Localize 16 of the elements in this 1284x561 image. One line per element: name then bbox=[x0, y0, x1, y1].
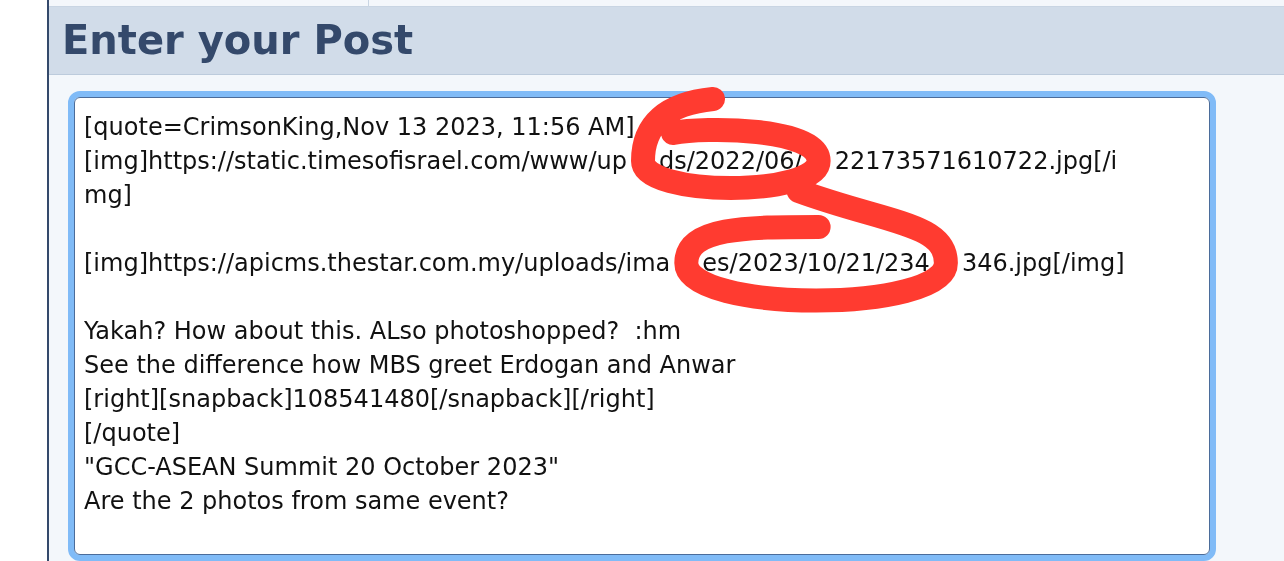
post-text-line: Yakah? How about this. ALso photoshopped? :hm bbox=[84, 316, 682, 347]
post-text-line: Are the 2 photos from same event? bbox=[84, 486, 509, 517]
section-heading: Enter your Post bbox=[62, 16, 414, 66]
post-text-line: "GCC-ASEAN Summit 20 October 2023" bbox=[84, 452, 559, 483]
post-text-line: See the difference how MBS greet Erdogan and Anwar bbox=[84, 350, 736, 381]
post-text-line: [img]https://static.timesofisrael.com/www/up bbox=[84, 146, 627, 177]
post-text-line: [right][snapback]108541480[/snapback][/right] bbox=[84, 384, 655, 415]
post-text-line: 22173571610722.jpg[/i bbox=[834, 146, 1118, 177]
post-input-field[interactable] bbox=[68, 91, 1216, 561]
post-text-line: 346.jpg[/img] bbox=[961, 248, 1125, 279]
post-text-line: [quote=CrimsonKing,Nov 13 2023, 11:56 AM] bbox=[84, 112, 635, 143]
post-text-line: [/quote] bbox=[84, 418, 181, 449]
post-text-line: ds/2022/06/ bbox=[659, 146, 803, 177]
post-text-line: es/2023/10/21/234 bbox=[702, 248, 930, 279]
post-text-line: [img]https://apicms.thestar.com.my/uploads/ima bbox=[84, 248, 671, 279]
post-text-line: mg] bbox=[84, 180, 132, 211]
